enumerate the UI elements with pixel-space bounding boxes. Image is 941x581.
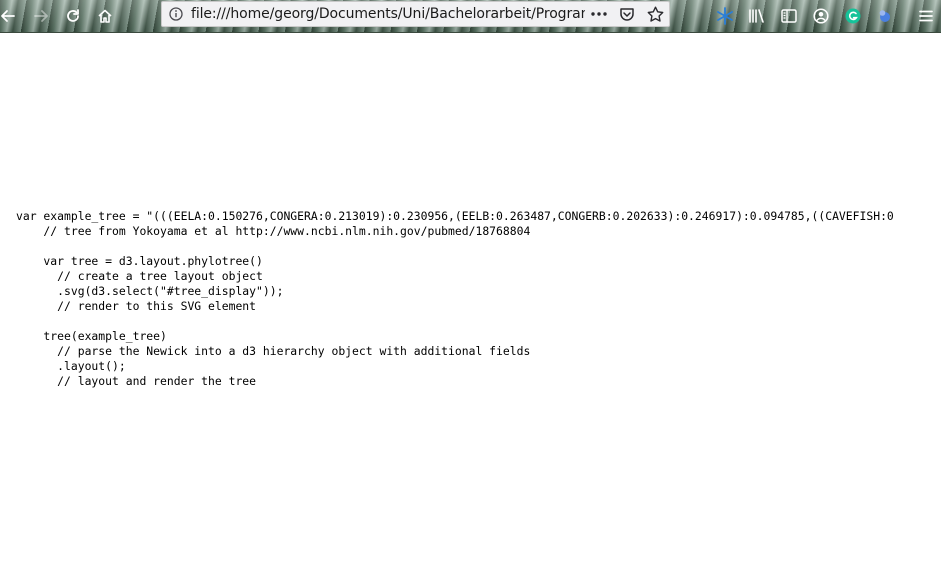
code-line: // tree from Yokoyama et al http://www.n… [16, 224, 531, 238]
account-button[interactable] [807, 2, 835, 30]
info-icon[interactable] [164, 2, 188, 26]
code-line: var tree = d3.layout.phylotree() [16, 254, 263, 268]
sidebar-icon [781, 9, 797, 23]
code-line: .svg(d3.select("#tree_display")); [16, 284, 284, 298]
code-line: tree(example_tree) [16, 329, 167, 343]
back-button[interactable] [0, 2, 22, 30]
grammarly-icon [845, 8, 861, 24]
hamburger-menu-icon [919, 10, 933, 22]
back-arrow-icon [1, 10, 15, 22]
reload-icon [67, 9, 79, 22]
reload-button[interactable] [59, 2, 87, 30]
extension-button-2[interactable] [871, 2, 899, 30]
forward-button[interactable] [27, 2, 55, 30]
sidebar-button[interactable] [775, 2, 803, 30]
url-text[interactable]: file:///home/georg/Documents/Uni/Bachelo… [188, 6, 585, 22]
pocket-icon[interactable] [613, 2, 641, 26]
code-line: var example_tree = "(((EELA:0.150276,CON… [16, 209, 894, 223]
code-line: // create a tree layout object [16, 269, 263, 283]
star-icon[interactable] [641, 2, 669, 26]
code-line: // layout and render the tree [16, 374, 257, 388]
more-dots-icon[interactable] [585, 2, 613, 26]
extension-button[interactable] [711, 2, 739, 30]
code-line: // parse the Newick into a d3 hierarchy … [16, 344, 531, 358]
library-button[interactable] [743, 2, 771, 30]
account-icon [813, 8, 829, 24]
home-icon [98, 9, 112, 23]
page-source-code: var example_tree = "(((EELA:0.150276,CON… [16, 209, 941, 389]
code-line: // render to this SVG element [16, 299, 257, 313]
browser-toolbar: file:///home/georg/Documents/Uni/Bachelo… [0, 0, 941, 33]
extension-icon [879, 10, 890, 22]
extension-icon [717, 7, 733, 25]
grammarly-button[interactable] [839, 2, 867, 30]
forward-arrow-icon [34, 10, 48, 22]
code-line: .layout(); [16, 359, 126, 373]
url-bar[interactable]: file:///home/georg/Documents/Uni/Bachelo… [161, 1, 670, 27]
library-icon [749, 9, 764, 23]
menu-button[interactable] [912, 2, 940, 30]
home-button[interactable] [91, 2, 119, 30]
